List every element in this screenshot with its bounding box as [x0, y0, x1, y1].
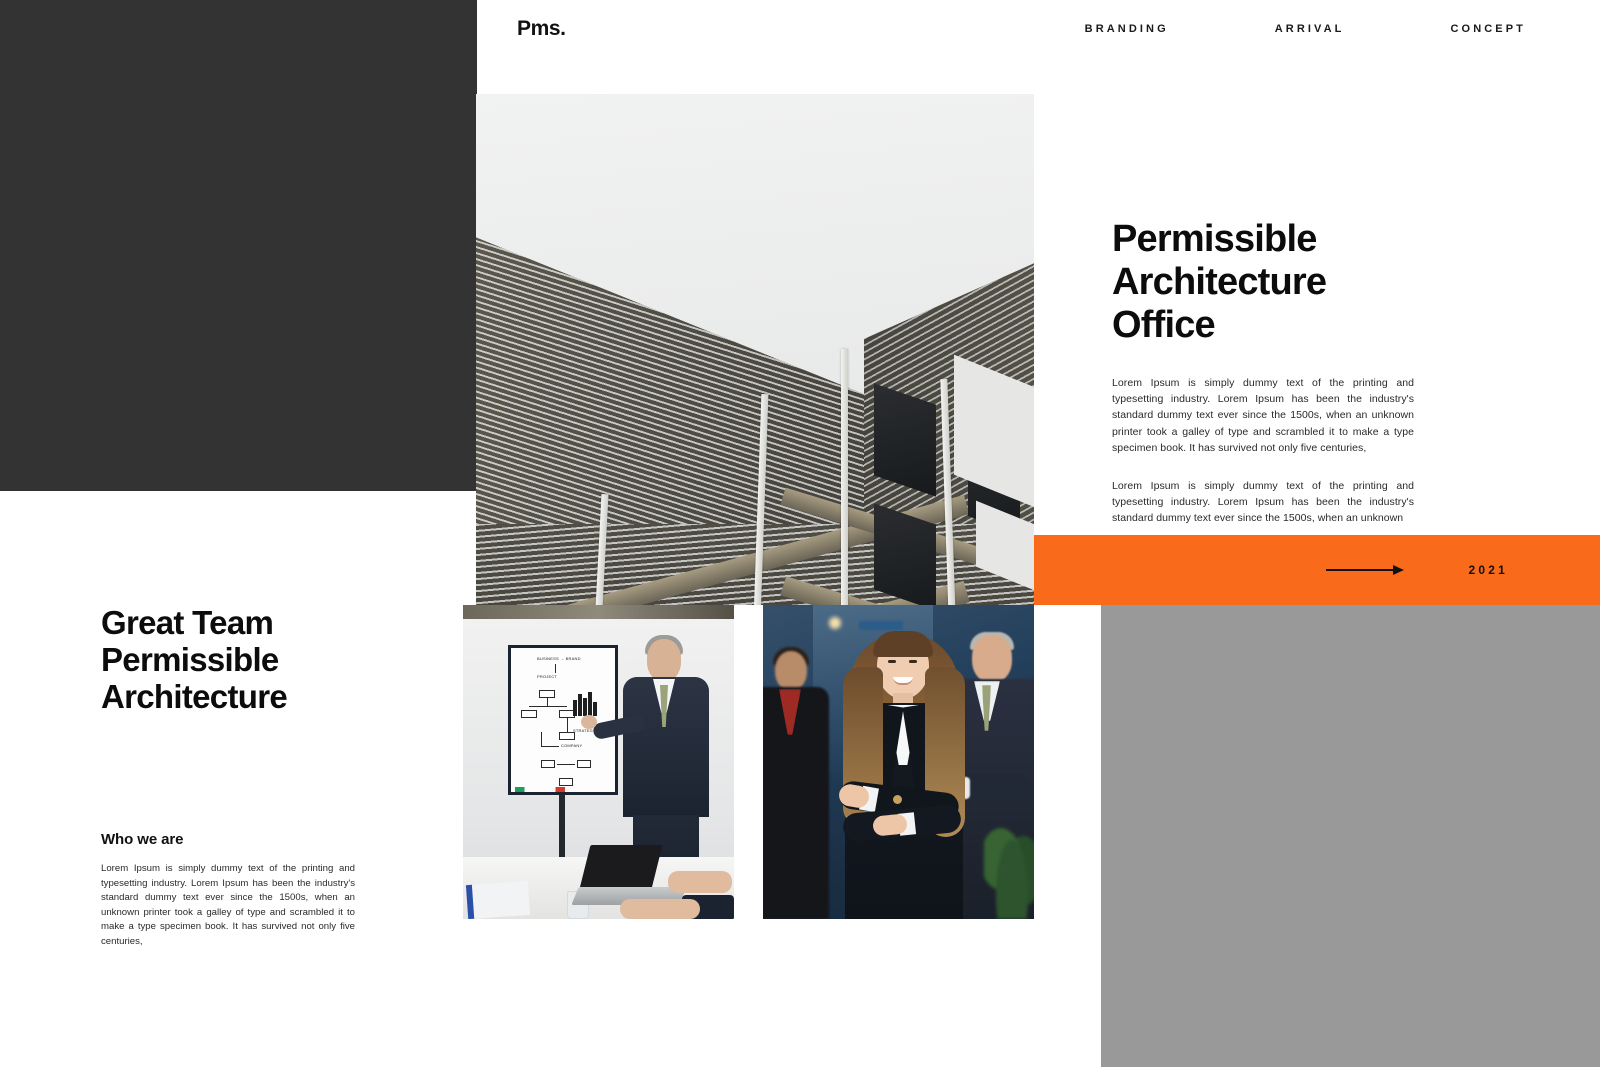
nav-item-branding[interactable]: BRANDING	[1085, 23, 1169, 35]
flipchart-bar	[588, 692, 592, 716]
flipchart-bar	[593, 702, 597, 716]
arrow-right-icon	[1325, 565, 1404, 575]
center-person-eye	[909, 660, 917, 663]
flipchart-arrow	[555, 664, 556, 673]
intro-paragraph-1: Lorem Ipsum is simply dummy text of the …	[1112, 377, 1414, 454]
center-person-fringe	[873, 631, 933, 657]
left-text-column: Great Team Permissible Architecture Who …	[101, 604, 391, 950]
nav-item-arrival[interactable]: ARRIVAL	[1275, 23, 1345, 35]
flipchart-connector	[547, 698, 548, 706]
ceiling-strip	[463, 605, 734, 619]
clipboard	[465, 880, 531, 919]
year-label: 2021	[1468, 563, 1508, 577]
flipchart-bar	[578, 694, 582, 716]
marker-pens	[515, 787, 611, 792]
presenter-hand	[581, 715, 597, 729]
flipchart-node-b	[541, 760, 555, 768]
left-person-suit	[763, 687, 829, 919]
brand-logo[interactable]: Pms.	[517, 17, 566, 41]
nav-item-concept[interactable]: CONCEPT	[1451, 23, 1526, 35]
team-member-left	[763, 647, 829, 919]
intro-paragraph-2: Lorem Ipsum is simply dummy text of the …	[1112, 480, 1414, 525]
flipchart-text: BUSINESS → BRAND	[537, 656, 581, 661]
flipchart-text: COMPANY	[561, 743, 583, 748]
section-paragraph: Lorem Ipsum is simply dummy text of the …	[101, 863, 355, 947]
flipchart-board: BUSINESS → BRAND PROJECT COMPANY STRATEG…	[508, 645, 618, 795]
flipchart-connector	[557, 764, 575, 765]
right-text-column: Permissible Architecture Office Lorem Ip…	[1112, 218, 1414, 527]
section-title: Great Team Permissible Architecture	[101, 604, 288, 715]
flipchart-node-c	[559, 778, 573, 786]
flipchart-node	[521, 710, 537, 718]
flipchart-connector	[567, 718, 568, 732]
office-plant	[984, 799, 1034, 919]
team-member-center	[835, 627, 971, 919]
center-person-button	[893, 795, 902, 804]
year-banner-content: 2021	[1325, 535, 1509, 605]
dark-decor-block	[0, 0, 477, 491]
flipchart-bar	[573, 700, 577, 716]
main-navigation: BRANDING ARRIVAL CONCEPT	[1085, 23, 1526, 35]
arrow-head	[1392, 565, 1404, 575]
presenter-person	[581, 633, 725, 897]
flipchart-node	[539, 690, 555, 698]
flipchart-node-a	[577, 760, 591, 768]
hero-architecture-image	[476, 94, 1034, 605]
site-header: Pms. BRANDING ARRIVAL CONCEPT	[0, 0, 1600, 60]
section-subheading: Who we are	[101, 831, 184, 848]
flipchart-connector	[541, 732, 542, 746]
arrow-shaft	[1325, 569, 1394, 571]
team-photo	[763, 605, 1034, 919]
flipchart-bar	[583, 698, 587, 716]
flipchart-connector	[529, 706, 567, 707]
flipchart-text: PROJECT	[537, 674, 558, 679]
right-person-head	[972, 635, 1012, 683]
page-title: Permissible Architecture Office	[1112, 218, 1327, 346]
laptop-screen	[579, 845, 663, 889]
meeting-table	[463, 845, 734, 919]
presentation-photo: BUSINESS → BRAND PROJECT COMPANY STRATEG…	[463, 605, 734, 919]
slide-canvas: Pms. BRANDING ARRIVAL CONCEPT Permissibl…	[0, 0, 1600, 1067]
gray-decor-block	[1101, 605, 1600, 1067]
flipchart-connector	[541, 746, 559, 747]
left-person-head	[775, 651, 807, 691]
presenter-head	[647, 639, 681, 681]
year-banner: 2021	[1034, 535, 1600, 605]
center-person-eye	[888, 660, 896, 663]
flipchart-node	[559, 732, 575, 740]
attendee-hand	[620, 899, 700, 919]
facade-mullion	[841, 349, 848, 605]
attendee-hand	[668, 871, 732, 893]
